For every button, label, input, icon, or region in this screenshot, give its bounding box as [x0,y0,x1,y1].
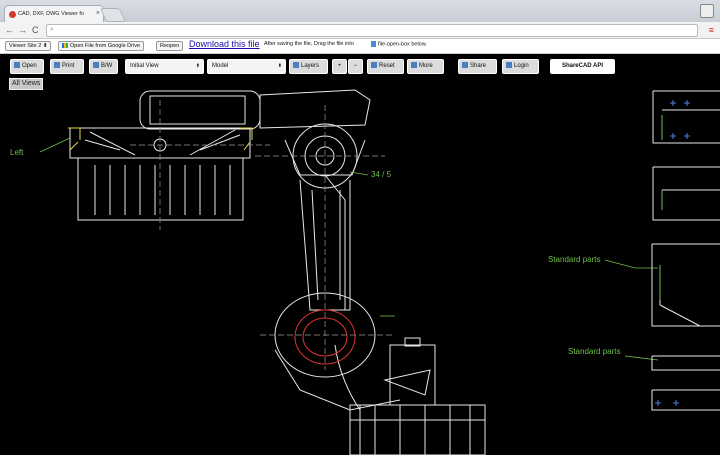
search-icon: ⌕ [50,26,54,33]
label-standard-parts-1: Standard parts [548,255,601,264]
viewer-site-select[interactable]: Viewer Site 2 ⬍ [5,41,52,51]
upper-arm-housing [139,90,261,130]
base-details [350,405,485,455]
zoom-in-button[interactable]: + [332,59,347,74]
leader-standard-parts-2 [624,355,659,361]
print-button[interactable]: Print [50,59,84,74]
tab-title: CAD, DXF, DWG Viewer fo [18,11,84,17]
google-drive-button[interactable]: Open File from Google Drive [58,41,144,51]
browser-tab[interactable]: CAD, DXF, DWG Viewer fo × [4,5,104,23]
download-link[interactable]: Download this file [189,39,260,49]
side-view-5 [651,389,720,411]
printer-icon [54,62,60,69]
layers-icon [293,62,299,69]
site-header: Viewer Site 2 ⬍ Open File from Google Dr… [0,39,720,54]
center-lines [130,100,395,370]
reopen-button[interactable]: Reopen [156,41,184,51]
base-bracket [383,369,431,396]
side-view-2 [652,166,720,221]
zoom-out-icon: − [353,63,358,69]
leader-standard-parts-1 [604,259,658,269]
file-open-box-text: file-open-box below. [371,41,427,47]
more-icon [411,62,417,69]
zoom-in-icon: + [337,63,342,69]
share-button[interactable]: Share [458,59,497,74]
lower-arm-inner [311,189,341,301]
upper-arm-link [259,89,371,129]
address-bar[interactable]: ⌕ [46,24,698,37]
zoom-out-button[interactable]: − [348,59,363,74]
side-view-3 [651,243,720,327]
cad-drawing-canvas[interactable] [0,88,720,455]
reload-icon[interactable]: C [32,24,39,36]
menu-icon[interactable]: ≡ [709,25,714,35]
reset-icon [371,62,377,69]
side-view-4 [651,355,720,371]
cad-toolbar: Open Print B/W Initial View ⬍ Model ⬍ Laye… [0,54,720,76]
gripper-links [84,129,241,156]
tab-close-icon[interactable]: × [96,10,100,17]
contrast-icon [93,62,99,69]
label-left: Left [10,148,24,157]
base-block [349,404,486,455]
favicon-icon [9,11,16,18]
head-ribs [94,165,231,215]
bw-button[interactable]: B/W [89,59,118,74]
label-standard-parts-2: Standard parts [568,347,621,356]
profile-icon[interactable] [700,4,714,18]
folder-icon [14,62,20,69]
reset-button[interactable]: Reset [367,59,404,74]
sharecad-api-button[interactable]: ShareCAD API [550,59,615,74]
view-select[interactable]: Initial View ⬍ [125,59,204,74]
file-icon [371,41,376,47]
base-motor [389,344,436,406]
layout-select[interactable]: Model ⬍ [207,59,286,74]
open-button[interactable]: Open [10,59,44,74]
label-ratio: 34 / 5 [371,170,392,179]
more-button[interactable]: More [407,59,444,74]
lower-arm-edge [324,174,346,310]
browser-tab-strip: CAD, DXF, DWG Viewer fo × [0,0,720,23]
motor-body [149,95,246,125]
head-base [77,157,244,221]
back-icon[interactable]: ← [5,24,14,36]
layers-button[interactable]: Layers [289,59,328,74]
browser-nav-bar: ← → C ⌕ ≡ [0,22,720,39]
user-icon [506,62,512,69]
blue-markers-2 [655,400,679,406]
login-button[interactable]: Login [502,59,539,74]
google-drive-icon [62,43,68,49]
leader-left [39,137,71,153]
chevron-updown-icon: ⬍ [195,63,200,69]
share-icon [462,62,468,69]
chevron-updown-icon: ⬍ [277,63,282,69]
instructions-text: After saving the file, Drag the file int… [264,41,354,47]
blue-markers-1 [670,100,690,139]
forward-icon[interactable]: → [18,24,27,36]
